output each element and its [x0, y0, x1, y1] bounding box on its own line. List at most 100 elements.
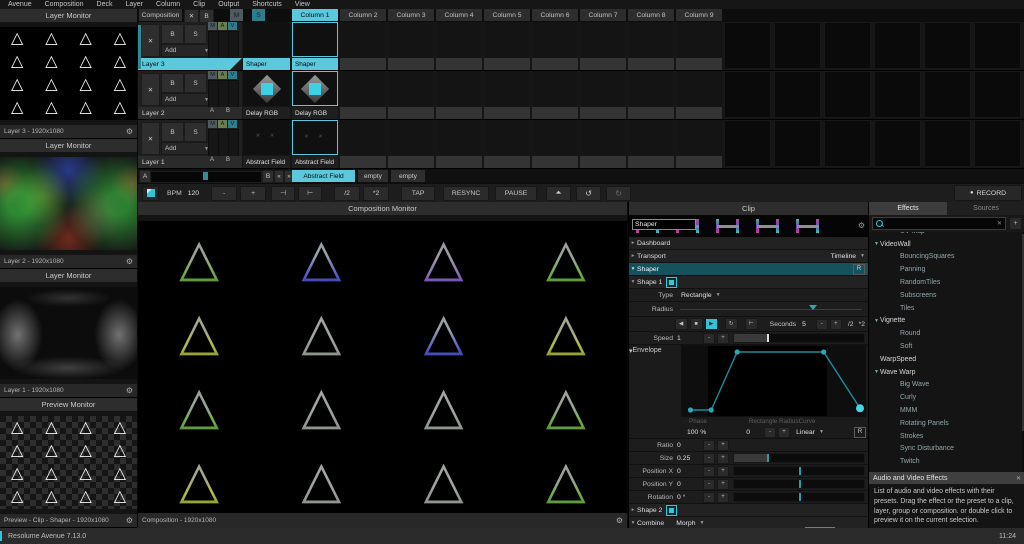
clip-cell-active[interactable]: Delay RGB — [292, 71, 338, 119]
collapsed-arrow-icon[interactable]: ▸ — [629, 240, 637, 246]
param-increase-button[interactable]: + — [717, 492, 729, 503]
seconds-half-button[interactable]: /2 — [848, 321, 854, 328]
menu-output[interactable]: Output — [218, 1, 239, 8]
column-tab-9[interactable]: Column 9 — [676, 9, 722, 21]
effect-item-randomtiles[interactable]: RandomTiles — [869, 276, 1021, 289]
param-decrease-button[interactable]: - — [703, 492, 715, 503]
clip-cell-empty[interactable] — [436, 120, 482, 168]
bpm-half-button[interactable]: /2 — [334, 186, 360, 201]
clip-cell-empty[interactable] — [340, 71, 386, 119]
layer-v-fader[interactable] — [228, 129, 239, 157]
tap-button[interactable]: TAP — [401, 186, 435, 201]
param-decrease-button[interactable]: - — [703, 479, 715, 490]
effect-item-mmm[interactable]: MMM — [869, 404, 1021, 417]
param-value[interactable]: 0 ° — [677, 494, 703, 501]
env-play-button[interactable]: ▶ — [705, 318, 718, 330]
clip-cell-ghost[interactable] — [724, 120, 771, 167]
effect-item-subscreens[interactable]: Subscreens — [869, 289, 1021, 302]
menu-layer[interactable]: Layer — [126, 1, 144, 8]
clip-cell-empty[interactable] — [484, 22, 530, 70]
envelope-point[interactable] — [709, 407, 714, 412]
bpm-increase-button[interactable]: + — [240, 186, 266, 201]
param-decrease-button[interactable]: - — [703, 440, 715, 451]
clip-cell-empty[interactable] — [436, 22, 482, 70]
effect-item-curly[interactable]: Curly — [869, 391, 1021, 404]
layer-a-button[interactable]: A — [218, 71, 227, 79]
clip-cell-active[interactable]: Shaper — [292, 22, 338, 70]
composition-m-button[interactable]: M — [230, 9, 243, 21]
layer-solo-button[interactable]: S — [184, 73, 207, 93]
collapsed-arrow-icon[interactable]: ▸ — [629, 253, 637, 259]
radius-slider[interactable] — [680, 304, 862, 314]
clip-cell-ghost[interactable] — [824, 22, 871, 69]
env-stop-button[interactable]: ■ — [690, 318, 703, 330]
envelope-point[interactable] — [688, 407, 693, 412]
layer-a-button[interactable]: A — [218, 22, 227, 30]
gear-icon[interactable]: ⚙ — [126, 257, 133, 266]
clip-cell-empty[interactable] — [580, 22, 626, 70]
record-button[interactable]: ● RECORD — [954, 185, 1022, 201]
layer-v-button[interactable]: V — [228, 22, 237, 30]
effect-item-twitch[interactable]: Twitch — [869, 455, 1021, 468]
gear-icon[interactable]: ⚙ — [126, 127, 133, 136]
gear-icon[interactable]: ⚙ — [126, 386, 133, 395]
layer-m-button[interactable]: M — [208, 22, 217, 30]
layer-a-assign[interactable]: A — [210, 157, 214, 163]
menu-deck[interactable]: Deck — [97, 1, 113, 8]
search-clear-icon[interactable]: ✕ — [997, 220, 1002, 227]
deck-tab-3[interactable]: empty — [391, 170, 425, 182]
layer-blend-dropdown[interactable]: Add▼ — [161, 93, 213, 106]
seconds-double-button[interactable]: *2 — [859, 321, 865, 328]
slider-handle[interactable] — [799, 480, 801, 488]
resync-button[interactable]: RESYNC — [443, 186, 489, 201]
layer-m-button[interactable]: M — [208, 120, 217, 128]
clip-cell-empty[interactable] — [532, 71, 578, 119]
clip-cell-empty[interactable] — [676, 22, 722, 70]
menu-composition[interactable]: Composition — [45, 1, 84, 8]
effect-item-panning[interactable]: Panning — [869, 263, 1021, 276]
add-effect-button[interactable]: + — [1009, 217, 1022, 230]
clip-cell-empty[interactable] — [484, 71, 530, 119]
layer-eject-button[interactable]: ✕ — [141, 122, 160, 155]
gear-icon[interactable]: ⚙ — [126, 516, 133, 525]
clip-cell-ghost[interactable] — [824, 71, 871, 118]
param-increase-button[interactable]: + — [717, 479, 729, 490]
envelope-point[interactable] — [821, 349, 826, 354]
clip-cell-ghost[interactable] — [824, 120, 871, 167]
layer-eject-button[interactable]: ✕ — [141, 73, 160, 106]
gear-icon[interactable]: ⚙ — [858, 221, 865, 230]
composition-close-button[interactable]: ✕ — [184, 9, 199, 23]
layer-v-fader[interactable] — [228, 80, 239, 108]
env-loop-mode-button[interactable]: ↻ — [725, 318, 738, 330]
collapsed-arrow-icon[interactable]: ▸ — [629, 507, 637, 513]
expanded-arrow-icon[interactable]: ▾ — [629, 266, 637, 272]
expanded-arrow-icon[interactable]: ▾ — [629, 279, 637, 285]
clip-cell-ghost[interactable] — [874, 22, 921, 69]
menu-column[interactable]: Column — [156, 1, 180, 8]
param-decrease-button[interactable]: - — [703, 466, 715, 477]
layer-b-assign[interactable]: B — [226, 108, 230, 114]
clip-cell-ghost[interactable] — [924, 71, 971, 118]
deck-prev-button[interactable]: « — [274, 170, 284, 183]
clip-cell-empty[interactable] — [340, 120, 386, 168]
bpm-decrease-button[interactable]: - — [211, 186, 237, 201]
curve-decrease-button[interactable]: - — [764, 427, 776, 438]
clip-cell-empty[interactable] — [388, 22, 434, 70]
clip-cell-ghost[interactable] — [874, 120, 921, 167]
clip-cell-empty[interactable] — [628, 71, 674, 119]
clip-cell-ghost[interactable] — [974, 120, 1021, 167]
layer-v-button[interactable]: V — [228, 120, 237, 128]
layer-solo-button[interactable]: S — [184, 24, 207, 44]
expanded-arrow-icon[interactable]: ▾ — [629, 520, 637, 526]
crossfader-handle[interactable] — [203, 172, 208, 180]
clip-cell-ghost[interactable] — [774, 120, 821, 167]
envelope-point[interactable] — [735, 349, 740, 354]
layer-blend-dropdown[interactable]: Add▼ — [161, 142, 213, 155]
column-tab-6[interactable]: Column 6 — [532, 9, 578, 21]
effect-item-round[interactable]: Round — [869, 327, 1021, 340]
shaper-r-button[interactable]: R — [853, 264, 865, 275]
layer-active-clip-preview[interactable]: Shaper — [243, 22, 290, 70]
clip-cell-ghost[interactable] — [974, 71, 1021, 118]
param-slider[interactable] — [733, 492, 865, 502]
nudge-down-button[interactable]: ⊣ — [271, 186, 295, 201]
